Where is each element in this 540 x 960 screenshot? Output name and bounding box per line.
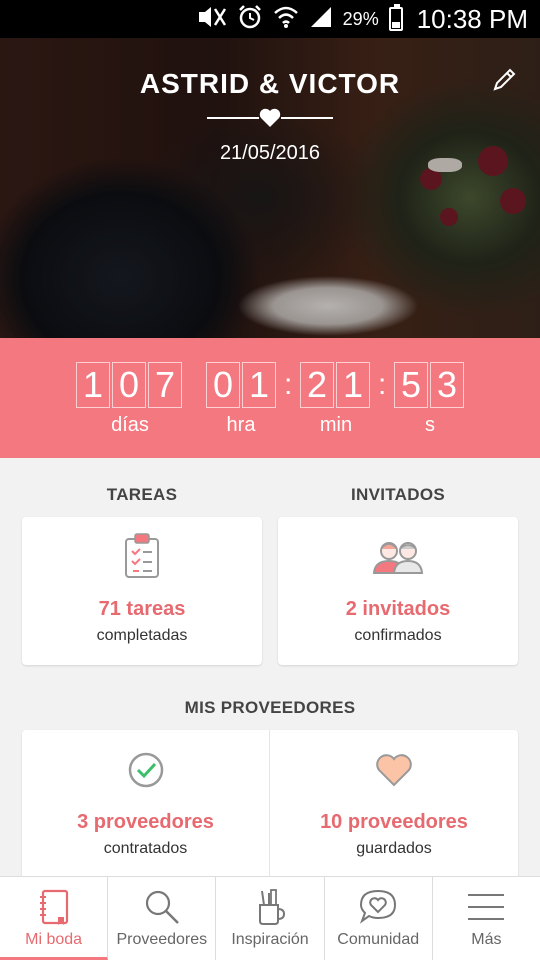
proveedores-hired-subtitle: contratados (103, 840, 188, 857)
battery-percent: 29% (342, 8, 379, 29)
countdown-label-hours: hra (226, 414, 256, 436)
invitados-count: 2 invitados (345, 598, 451, 620)
heart-icon (376, 754, 412, 787)
countdown-minutes: 2 1 (300, 362, 370, 408)
tareas-card[interactable]: 71 tareas completadas (22, 517, 262, 665)
countdown-separator: : (378, 368, 387, 401)
bottom-navigation: Mi boda Proveedores Inspiración Comunida… (0, 876, 540, 960)
countdown-digit: 3 (430, 362, 464, 408)
notebook-icon (39, 889, 68, 925)
countdown-days: 1 0 7 (76, 362, 182, 408)
proveedores-title: MIS PROVEEDORES (184, 698, 356, 717)
countdown-digit: 7 (148, 362, 182, 408)
nav-label: Inspiración (231, 931, 309, 948)
heart-divider (207, 106, 333, 130)
countdown-digit: 0 (112, 362, 146, 408)
countdown-digit: 1 (76, 362, 110, 408)
guests-icon (372, 542, 424, 574)
clipboard-icon (125, 533, 159, 578)
nav-proveedores[interactable]: Proveedores (108, 877, 217, 960)
countdown-hours: 0 1 (206, 362, 276, 408)
nav-comunidad[interactable]: Comunidad (325, 877, 433, 960)
countdown-digit: 2 (300, 362, 334, 408)
nav-label: Comunidad (337, 931, 420, 948)
nav-mi-boda[interactable]: Mi boda (0, 877, 109, 960)
chat-heart-icon (360, 889, 397, 924)
countdown-seconds: 5 3 (394, 362, 464, 408)
countdown-label-seconds: s (425, 414, 435, 436)
heart-icon (259, 108, 281, 127)
mute-icon (197, 6, 227, 32)
countdown-digit: 0 (206, 362, 240, 408)
countdown-digit: 1 (336, 362, 370, 408)
invitados-title: INVITADOS (350, 485, 445, 504)
wifi-icon (273, 5, 299, 33)
tareas-subtitle: completadas (96, 627, 188, 644)
invitados-subtitle: confirmados (354, 627, 442, 644)
nav-inspiracion[interactable]: Inspiración (216, 877, 325, 960)
signal-icon (309, 5, 333, 33)
couple-hero-photo: ASTRID & VICTOR 21/05/2016 (0, 38, 540, 338)
couple-names: ASTRID & VICTOR (139, 68, 401, 99)
wedding-countdown: 1 0 7 0 1 : 2 1 : 5 3 días hra min s (0, 338, 540, 458)
countdown-separator: : (284, 368, 293, 401)
search-icon (145, 890, 179, 924)
battery-icon (388, 4, 403, 31)
tareas-count: 71 tareas (98, 598, 186, 620)
proveedores-saved[interactable]: 10 proveedores guardados (270, 730, 518, 880)
countdown-digit: 1 (242, 362, 276, 408)
proveedores-hired[interactable]: 3 proveedores contratados (22, 730, 269, 880)
proveedores-saved-subtitle: guardados (356, 840, 432, 857)
tools-cup-icon (259, 889, 286, 925)
clock: 10:38 PM (416, 3, 528, 34)
status-bar: 29% 10:38 PM (0, 0, 540, 38)
menu-icon (468, 894, 505, 920)
proveedores-saved-count: 10 proveedores (320, 811, 468, 833)
wedding-date: 21/05/2016 (219, 142, 321, 164)
countdown-digit: 5 (394, 362, 428, 408)
nav-label: Proveedores (116, 931, 208, 948)
edit-pencil-icon[interactable] (490, 66, 518, 94)
invitados-card[interactable]: 2 invitados confirmados (278, 517, 518, 665)
alarm-icon (237, 4, 263, 34)
nav-label: Más (471, 931, 502, 948)
proveedores-hired-count: 3 proveedores (77, 811, 214, 833)
nav-label: Mi boda (25, 931, 83, 948)
countdown-label-days: días (111, 414, 149, 436)
countdown-label-minutes: min (319, 414, 353, 436)
check-circle-icon (128, 752, 163, 788)
tareas-title: TAREAS (106, 485, 178, 504)
nav-mas[interactable]: Más (433, 877, 540, 960)
proveedores-card: 3 proveedores contratados 10 proveedores… (22, 730, 518, 880)
